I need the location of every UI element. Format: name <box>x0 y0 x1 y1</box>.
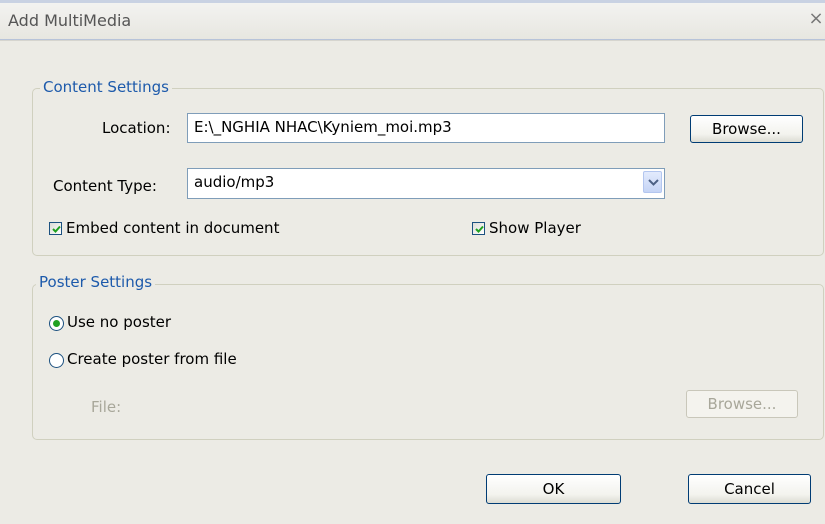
dropdown-arrow-button[interactable] <box>643 171 662 193</box>
content-type-value: audio/mp3 <box>194 173 275 191</box>
check-icon <box>475 225 484 233</box>
check-icon <box>52 225 61 233</box>
embed-content-checkbox[interactable] <box>49 222 62 235</box>
embed-content-label[interactable]: Embed content in document <box>66 219 279 237</box>
title-bar-edge <box>0 0 825 3</box>
close-icon[interactable]: × <box>807 8 825 30</box>
poster-settings-legend: Poster Settings <box>36 273 156 291</box>
create-poster-radio[interactable] <box>49 353 64 368</box>
cancel-button[interactable]: Cancel <box>688 474 811 504</box>
create-poster-label[interactable]: Create poster from file <box>67 350 237 368</box>
ok-button[interactable]: OK <box>486 474 621 504</box>
content-type-label: Content Type: <box>53 177 157 195</box>
dialog-title: Add MultiMedia <box>8 11 132 30</box>
cancel-button-label: Cancel <box>724 480 775 498</box>
location-label: Location: <box>102 119 171 137</box>
show-player-label[interactable]: Show Player <box>489 219 581 237</box>
location-browse-button[interactable]: Browse... <box>690 115 803 143</box>
poster-file-label: File: <box>91 398 122 416</box>
location-input[interactable]: E:\_NGHIA NHAC\Kyniem_moi.mp3 <box>187 113 665 143</box>
content-type-select[interactable]: audio/mp3 <box>187 168 665 199</box>
show-player-checkbox[interactable] <box>472 222 485 235</box>
content-settings-legend: Content Settings <box>40 78 172 96</box>
location-browse-button-label: Browse... <box>712 120 781 138</box>
poster-browse-button-label: Browse... <box>707 395 777 413</box>
use-no-poster-radio[interactable] <box>49 316 64 331</box>
add-multimedia-dialog: Add MultiMedia × Content Settings Locati… <box>0 0 825 524</box>
chevron-down-icon <box>648 179 659 186</box>
ok-button-label: OK <box>542 480 565 498</box>
radio-selected-dot <box>53 320 60 327</box>
use-no-poster-label[interactable]: Use no poster <box>67 313 171 331</box>
title-bar: Add MultiMedia × <box>0 0 825 41</box>
poster-browse-button: Browse... <box>686 390 798 418</box>
